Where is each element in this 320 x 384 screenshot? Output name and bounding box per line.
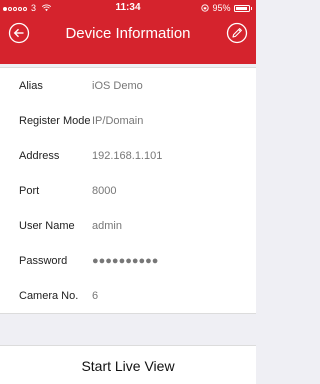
password-label: Password [19, 254, 68, 267]
register-mode-label: Register Mode [19, 114, 91, 127]
field-row-camera-no: Camera No. 6 [0, 278, 256, 313]
field-row-password: Password ●●●●●●●●●● [0, 243, 256, 278]
address-value: 192.168.1.101 [92, 149, 163, 162]
user-name-label: User Name [19, 219, 75, 232]
header: 3 11:34 95% Device Information [0, 0, 256, 64]
address-label: Address [19, 149, 60, 162]
pencil-circle-icon[interactable] [226, 22, 248, 44]
device-fields: Alias iOS Demo Register Mode IP/Domain A… [0, 67, 256, 314]
port-label: Port [19, 184, 40, 197]
camera-no-label: Camera No. [19, 289, 79, 302]
rotation-lock-icon [201, 4, 210, 12]
password-value: ●●●●●●●●●● [92, 254, 159, 267]
user-name-value: admin [92, 219, 122, 232]
alias-label: Alias [19, 79, 43, 92]
app-screen: 3 11:34 95% Device Information Alias iOS… [0, 0, 256, 384]
field-row-address: Address 192.168.1.101 [0, 138, 256, 173]
status-right: 95% [201, 3, 252, 13]
status-bar: 3 11:34 95% [0, 0, 256, 18]
field-row-user-name: User Name admin [0, 208, 256, 243]
page-title: Device Information [65, 25, 191, 42]
battery-level [235, 6, 247, 10]
battery-tip [250, 6, 252, 10]
field-row-port: Port 8000 [0, 173, 256, 208]
navigation-bar: Device Information [0, 20, 256, 50]
start-live-view-button[interactable]: Start Live View [0, 345, 256, 384]
alias-value: iOS Demo [92, 79, 143, 92]
field-row-alias: Alias iOS Demo [0, 68, 256, 103]
register-mode-value: IP/Domain [92, 114, 144, 127]
port-value: 8000 [92, 184, 117, 197]
start-live-view-label: Start Live View [81, 357, 175, 374]
field-row-register-mode: Register Mode IP/Domain [0, 103, 256, 138]
camera-no-value: 6 [92, 289, 99, 302]
battery-icon [233, 4, 250, 12]
battery-percent: 95% [212, 3, 231, 13]
